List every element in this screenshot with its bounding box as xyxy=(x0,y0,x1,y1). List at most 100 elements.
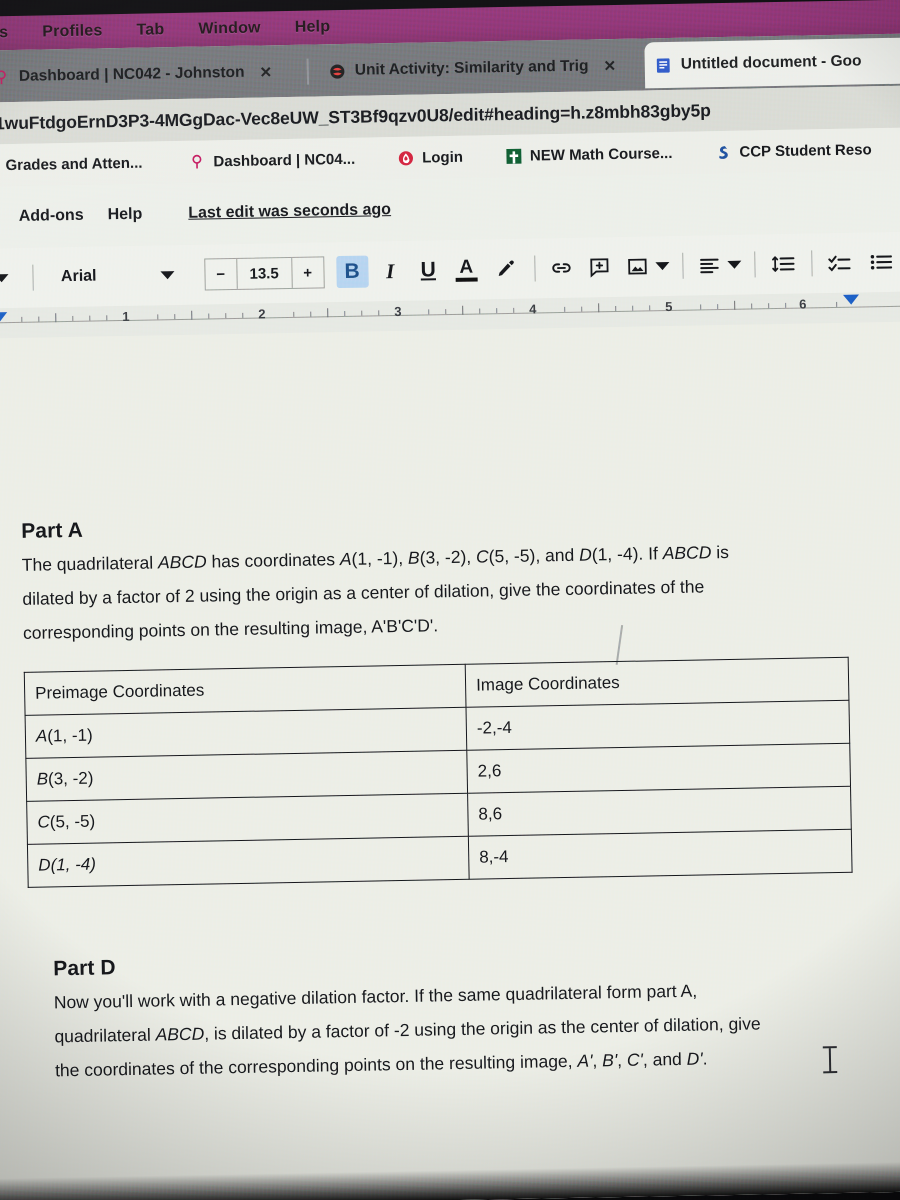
toolbar-divider xyxy=(753,251,756,278)
os-menu-item-tab[interactable]: Tab xyxy=(136,21,164,40)
checklist-icon xyxy=(828,255,852,272)
pa-abcd: ABCD xyxy=(157,551,207,573)
pa-text: (1, -4). If xyxy=(591,543,663,565)
chevron-down-icon xyxy=(160,271,175,280)
browser-tab-untitled-document[interactable]: Untitled document - Goo xyxy=(644,37,900,89)
tab-close-icon[interactable]: ✕ xyxy=(259,63,272,81)
bookmark-ccp-student-resources[interactable]: CCP Student Reso xyxy=(702,141,884,161)
bulleted-list-button[interactable] xyxy=(863,246,899,279)
pa-text: is xyxy=(711,541,730,563)
pa-line2: dilated by a factor of 2 using the origi… xyxy=(22,576,705,609)
point-letter: B xyxy=(36,769,49,789)
text-color-letter: A xyxy=(459,256,474,278)
pa-point-b: B xyxy=(407,547,420,568)
browser-tab-unit-activity[interactable]: Unit Activity: Similarity and Trig ✕ xyxy=(318,43,629,95)
docs-menu-item-help[interactable]: Help xyxy=(107,206,142,225)
bookmark-grades-and-attendance[interactable]: SIS Grades and Atten... xyxy=(0,154,155,174)
bookmark-dashboard[interactable]: Dashboard | NC04... xyxy=(176,150,367,170)
pa-abcd2: ABCD xyxy=(662,542,712,564)
ruler-number: 1 xyxy=(122,308,130,325)
chevron-down-icon xyxy=(0,274,9,283)
green-plus-icon xyxy=(505,148,522,164)
bold-button[interactable]: B xyxy=(335,255,369,289)
text-color-swatch xyxy=(455,277,478,282)
cell-image-c[interactable]: 8,6 xyxy=(467,786,852,837)
align-dropdown[interactable] xyxy=(725,260,744,269)
pa-line3: corresponding points on the resulting im… xyxy=(22,615,439,643)
os-menu-item-bookmarks[interactable]: ks xyxy=(0,24,8,42)
point-coord: (1, -1) xyxy=(47,725,93,746)
line-spacing-button[interactable] xyxy=(765,248,801,281)
document-body[interactable]: Part A The quadrilateral ABCD has coordi… xyxy=(18,322,900,1088)
bookmark-label: NEW Math Course... xyxy=(529,144,673,165)
location-pin-icon xyxy=(192,154,202,169)
ruler-number: 4 xyxy=(529,301,537,317)
toolbar-divider xyxy=(682,252,684,279)
os-menu-item-window[interactable]: Window xyxy=(198,19,261,38)
pd-text: , is dilated by a factor of -2 using the… xyxy=(204,1013,761,1044)
align-left-icon xyxy=(699,258,719,274)
chevron-down-icon xyxy=(727,260,742,269)
last-edit-status[interactable]: Last edit was seconds ago xyxy=(188,201,391,223)
left-indent-marker[interactable] xyxy=(0,312,8,323)
tab-close-icon[interactable]: ✕ xyxy=(603,57,616,75)
point-coord: (5, -5) xyxy=(49,811,96,832)
pa-point-c: C xyxy=(475,546,489,567)
insert-image-dropdown[interactable] xyxy=(653,261,672,271)
font-family-dropdown[interactable]: Arial xyxy=(43,266,186,287)
cell-image-d[interactable]: 8,-4 xyxy=(468,829,853,880)
part-a-paragraph: The quadrilateral ABCD has coordinates A… xyxy=(21,532,899,650)
pd-text: quadrilateral xyxy=(54,1024,156,1047)
font-size-value[interactable]: 13.5 xyxy=(237,258,292,289)
line-spacing-icon xyxy=(771,256,795,272)
underline-button[interactable]: U xyxy=(412,254,445,287)
docs-menu-item-addons[interactable]: Add-ons xyxy=(19,207,84,226)
photo-of-screen: ks Profiles Tab Window Help Dashboard | … xyxy=(0,0,900,1200)
italic-button[interactable]: I xyxy=(374,255,407,288)
insert-image-button[interactable] xyxy=(621,250,654,283)
align-button[interactable] xyxy=(693,249,726,282)
ruler-number: 2 xyxy=(258,306,266,322)
flame-icon xyxy=(398,150,413,165)
cell-image-b[interactable]: 2,6 xyxy=(466,743,851,794)
chevron-down-icon xyxy=(655,261,670,271)
pa-text: has coordinates xyxy=(206,549,341,572)
point-letter: A xyxy=(35,726,48,746)
add-comment-button[interactable] xyxy=(583,251,616,284)
font-size-decrease-button[interactable]: − xyxy=(204,258,238,290)
font-size-increase-button[interactable]: + xyxy=(290,257,324,288)
table-header-image[interactable]: Image Coordinates xyxy=(465,657,849,708)
pa-point-d: D xyxy=(578,544,592,565)
font-size-stepper[interactable]: − 13.5 + xyxy=(203,256,325,291)
browser-tab-dashboard[interactable]: Dashboard | NC042 - Johnston ✕ xyxy=(0,49,303,101)
ruler-baseline xyxy=(0,305,900,324)
bookmark-label: Dashboard | NC04... xyxy=(213,150,356,170)
right-indent-marker[interactable] xyxy=(842,294,860,305)
os-menu-item-profiles[interactable]: Profiles xyxy=(42,22,103,41)
style-dropdown-caret[interactable] xyxy=(0,274,22,283)
bulleted-list-icon xyxy=(870,255,893,270)
cell-image-a[interactable]: -2,-4 xyxy=(465,700,850,751)
bookmark-login[interactable]: Login xyxy=(385,148,475,167)
coordinates-table[interactable]: Preimage Coordinates Image Coordinates A… xyxy=(24,657,853,888)
document-page[interactable]: Part A The quadrilateral ABCD has coordi… xyxy=(0,321,900,1200)
cell-preimage-d[interactable]: D(1, -4) xyxy=(27,836,470,888)
insert-image-icon xyxy=(628,258,647,275)
bookmark-label: CCP Student Reso xyxy=(739,140,872,161)
highlight-button[interactable] xyxy=(490,253,523,286)
checklist-button[interactable] xyxy=(822,247,858,280)
pd-text: , and xyxy=(642,1048,687,1070)
pa-text: The quadrilateral xyxy=(21,552,159,575)
add-comment-icon xyxy=(590,258,609,278)
tab-title: Untitled document - Goo xyxy=(680,52,862,73)
ruler-number: 6 xyxy=(799,296,807,312)
insert-link-button[interactable] xyxy=(545,252,578,285)
text-color-button[interactable]: A xyxy=(450,253,483,286)
pd-a-prime: A' xyxy=(577,1050,593,1071)
pd-d-prime: D' xyxy=(686,1048,703,1069)
document-top-spacer xyxy=(18,322,897,520)
edmentum-icon xyxy=(330,63,345,79)
bookmark-new-math-course[interactable]: NEW Math Course... xyxy=(493,144,685,165)
os-menu-item-help[interactable]: Help xyxy=(295,18,331,37)
url-text[interactable]: d/1wuFtdgoErnD3P3-4MGgDac-Vec8eUW_ST3Bf9… xyxy=(0,100,711,134)
